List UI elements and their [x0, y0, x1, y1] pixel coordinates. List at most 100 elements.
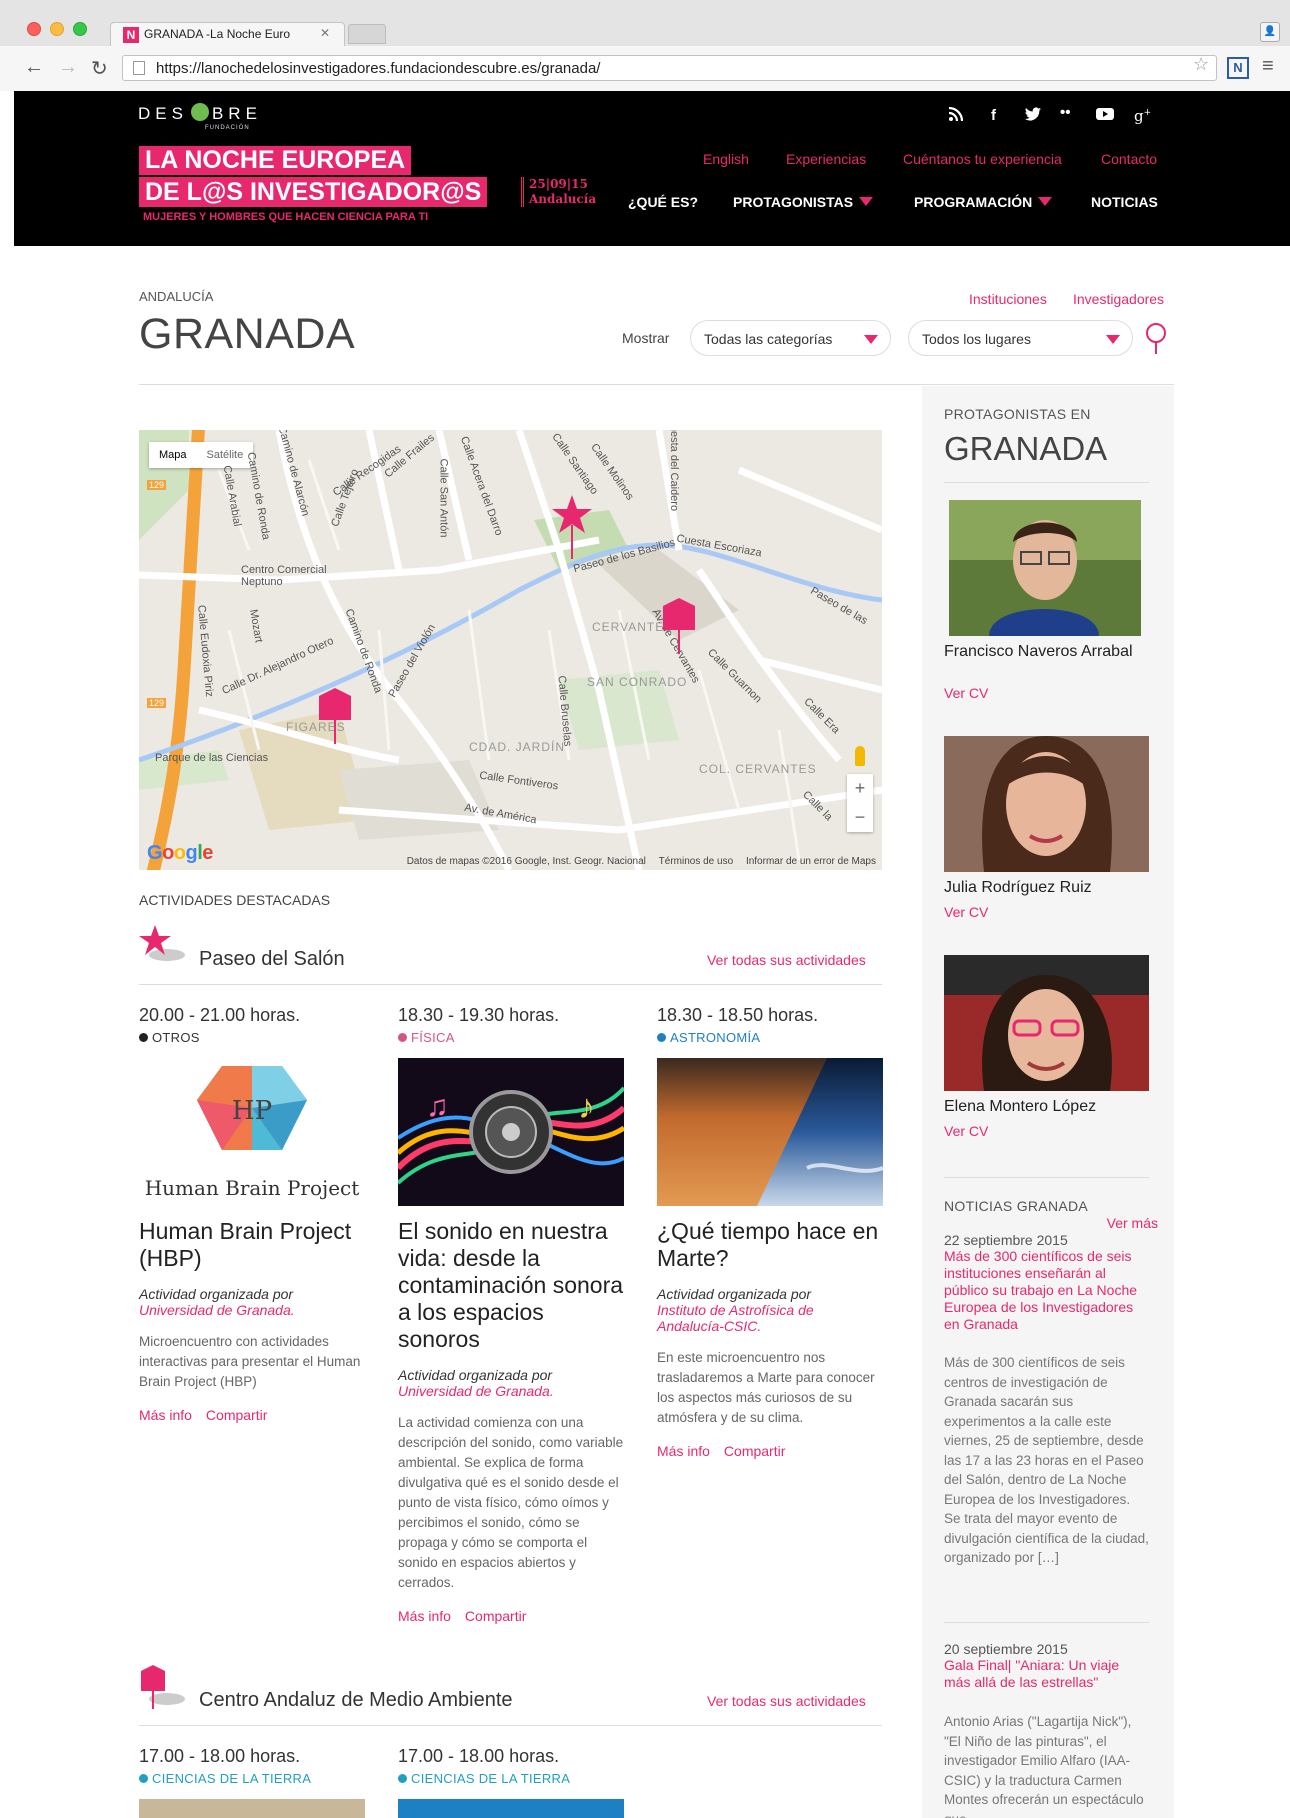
- see-all-activities-link[interactable]: Ver todas sus actividades: [707, 952, 866, 968]
- map-attribution: Datos de mapas ©2016 Google, Inst. Geogr…: [397, 856, 876, 867]
- map-type-toggle[interactable]: Mapa Satélite: [149, 442, 254, 468]
- filter-label: Mostrar: [622, 330, 670, 346]
- activity-card: 18.30 - 18.50 horas. ASTRONOMÍA ¿Qué tie…: [657, 1005, 883, 1459]
- share-link[interactable]: Compartir: [465, 1608, 526, 1624]
- street-view-pegman-icon[interactable]: [855, 746, 865, 766]
- view-cv-link[interactable]: Ver CV: [944, 685, 988, 701]
- twitter-icon[interactable]: [1025, 107, 1041, 125]
- facebook-icon[interactable]: f: [991, 107, 996, 124]
- map-road-shield: 129: [147, 480, 167, 490]
- extension-icon[interactable]: N: [1227, 57, 1249, 79]
- minimize-window-button[interactable]: [50, 22, 64, 36]
- person-photo[interactable]: [949, 500, 1141, 636]
- google-plus-icon[interactable]: g+: [1134, 107, 1151, 125]
- person-name[interactable]: Francisco Naveros Arrabal: [944, 643, 1144, 661]
- view-cv-link[interactable]: Ver CV: [944, 904, 988, 920]
- flickr-icon[interactable]: ••: [1060, 104, 1071, 121]
- activity-time: 20.00 - 21.00 horas.: [139, 1005, 301, 1025]
- news-more-link[interactable]: Ver más: [1107, 1215, 1158, 1231]
- zoom-in-icon[interactable]: +: [847, 774, 873, 803]
- youtube-icon[interactable]: [1096, 107, 1114, 125]
- descubre-logo[interactable]: DES BRE: [138, 103, 262, 124]
- tab-close-icon[interactable]: ✕: [320, 26, 330, 40]
- experiencias-link[interactable]: Experiencias: [786, 151, 866, 167]
- map-terms-link[interactable]: Términos de uso: [659, 856, 733, 867]
- brand-title-line1[interactable]: LA NOCHE EUROPEA: [139, 146, 412, 175]
- back-icon[interactable]: ←: [24, 56, 44, 79]
- activity-title[interactable]: El sonido en nuestra vida: desde la cont…: [398, 1218, 624, 1353]
- zoom-out-icon[interactable]: −: [847, 803, 873, 832]
- rss-icon[interactable]: [948, 106, 964, 125]
- browser-toolbar: ← → ↻ https://lanochedelosinvestigadores…: [0, 46, 1290, 91]
- category-dot-icon: [657, 1033, 666, 1042]
- nav-noticias[interactable]: NOTICIAS: [1091, 194, 1158, 210]
- map-report-link[interactable]: Informar de un error de Maps: [746, 856, 876, 867]
- share-link[interactable]: Compartir: [206, 1407, 267, 1423]
- activity-image[interactable]: [398, 1799, 624, 1818]
- category-label: CIENCIAS DE LA TIERRA: [152, 1771, 312, 1786]
- forward-icon[interactable]: →: [58, 56, 78, 79]
- activity-card: 20.00 - 21.00 horas. OTROS HP Human Brai…: [139, 1005, 365, 1423]
- see-all-activities-link[interactable]: Ver todas sus actividades: [707, 1693, 866, 1709]
- more-info-link[interactable]: Más info: [398, 1608, 451, 1624]
- zoom-window-button[interactable]: [73, 22, 87, 36]
- reload-icon[interactable]: ↻: [91, 56, 108, 81]
- url-text[interactable]: https://lanochedelosinvestigadores.funda…: [156, 60, 600, 77]
- page-title: GRANADA: [139, 310, 356, 358]
- browser-tab[interactable]: N GRANADA -La Noche Euro ✕: [110, 22, 345, 46]
- organizer-link[interactable]: Universidad de Granada.: [398, 1383, 624, 1399]
- map-toggle-map[interactable]: Mapa: [149, 442, 197, 468]
- person-photo[interactable]: [944, 736, 1149, 872]
- news-headline[interactable]: Gala Final| "Aniara: Un viaje más allá d…: [944, 1657, 1144, 1691]
- new-tab-button[interactable]: [348, 24, 386, 44]
- activity-image[interactable]: HP Human Brain Project: [139, 1058, 365, 1206]
- activity-image[interactable]: [139, 1799, 365, 1818]
- profile-icon[interactable]: 👤: [1260, 22, 1280, 42]
- activity-title[interactable]: ¿Qué tiempo hace en Marte?: [657, 1218, 883, 1272]
- activity-organizer: Actividad organizada por Universidad de G…: [398, 1367, 624, 1399]
- brand-title-line2[interactable]: DE L@S INVESTIGADOR@S: [139, 177, 488, 207]
- person-name[interactable]: Julia Rodríguez Ruiz: [944, 879, 1144, 897]
- more-info-link[interactable]: Más info: [657, 1443, 710, 1459]
- close-window-button[interactable]: [27, 22, 41, 36]
- venue-title[interactable]: Paseo del Salón: [199, 948, 345, 971]
- nav-protagonistas[interactable]: PROTAGONISTAS: [733, 194, 874, 210]
- view-cv-link[interactable]: Ver CV: [944, 1123, 988, 1139]
- nav-programacion[interactable]: PROGRAMACIÓN: [914, 194, 1053, 210]
- english-link[interactable]: English: [703, 151, 749, 167]
- search-icon[interactable]: [1143, 322, 1169, 356]
- person-name[interactable]: Elena Montero López: [944, 1098, 1144, 1116]
- address-bar[interactable]: https://lanochedelosinvestigadores.funda…: [122, 55, 1217, 81]
- category-select[interactable]: Todas las categorías: [690, 320, 891, 356]
- category-dot-icon: [139, 1033, 148, 1042]
- organizer-link[interactable]: Instituto de Astrofísica de Andalucía-CS…: [657, 1302, 883, 1334]
- nav-que-es[interactable]: ¿QUÉ ES?: [628, 194, 698, 210]
- menu-icon[interactable]: ≡: [1262, 55, 1274, 78]
- organizer-link[interactable]: Universidad de Granada.: [139, 1302, 365, 1318]
- activity-organizer: Actividad organizada por Instituto de Ast…: [657, 1286, 883, 1334]
- activity-category: FÍSICA: [398, 1030, 624, 1045]
- cuentanos-link[interactable]: Cuéntanos tu experiencia: [903, 151, 1062, 167]
- instituciones-link[interactable]: Instituciones: [969, 291, 1047, 307]
- share-link[interactable]: Compartir: [724, 1443, 785, 1459]
- more-info-link[interactable]: Más info: [139, 1407, 192, 1423]
- map-zoom-control[interactable]: + −: [847, 774, 873, 832]
- venue-title[interactable]: Centro Andaluz de Medio Ambiente: [199, 1689, 513, 1712]
- divider: [139, 984, 882, 985]
- activity-image[interactable]: ♪ ♫: [398, 1058, 624, 1206]
- activity-card: 18.30 - 19.30 horas. FÍSICA ♪ ♫ El sonid…: [398, 1005, 624, 1624]
- place-select[interactable]: Todos los lugares: [908, 320, 1133, 356]
- star-venue-icon: [139, 925, 189, 974]
- organized-by-label: Actividad organizada por: [657, 1286, 812, 1302]
- person-photo[interactable]: [944, 955, 1149, 1091]
- brand-date-region: Andalucía: [529, 192, 597, 206]
- map[interactable]: Mapa Satélite 129 129 Centro Comercial Ne…: [139, 430, 882, 870]
- contacto-link[interactable]: Contacto: [1101, 151, 1157, 167]
- activity-title[interactable]: Human Brain Project (HBP): [139, 1218, 365, 1272]
- activity-time: 17.00 - 18.00 horas.: [139, 1746, 301, 1766]
- news-headline[interactable]: Más de 300 científicos de seis instituci…: [944, 1248, 1144, 1333]
- bookmark-star-icon[interactable]: ☆: [1193, 54, 1209, 75]
- investigadores-link[interactable]: Investigadores: [1073, 291, 1164, 307]
- map-data-credit: Datos de mapas ©2016 Google, Inst. Geogr…: [406, 856, 646, 867]
- activity-image[interactable]: [657, 1058, 883, 1206]
